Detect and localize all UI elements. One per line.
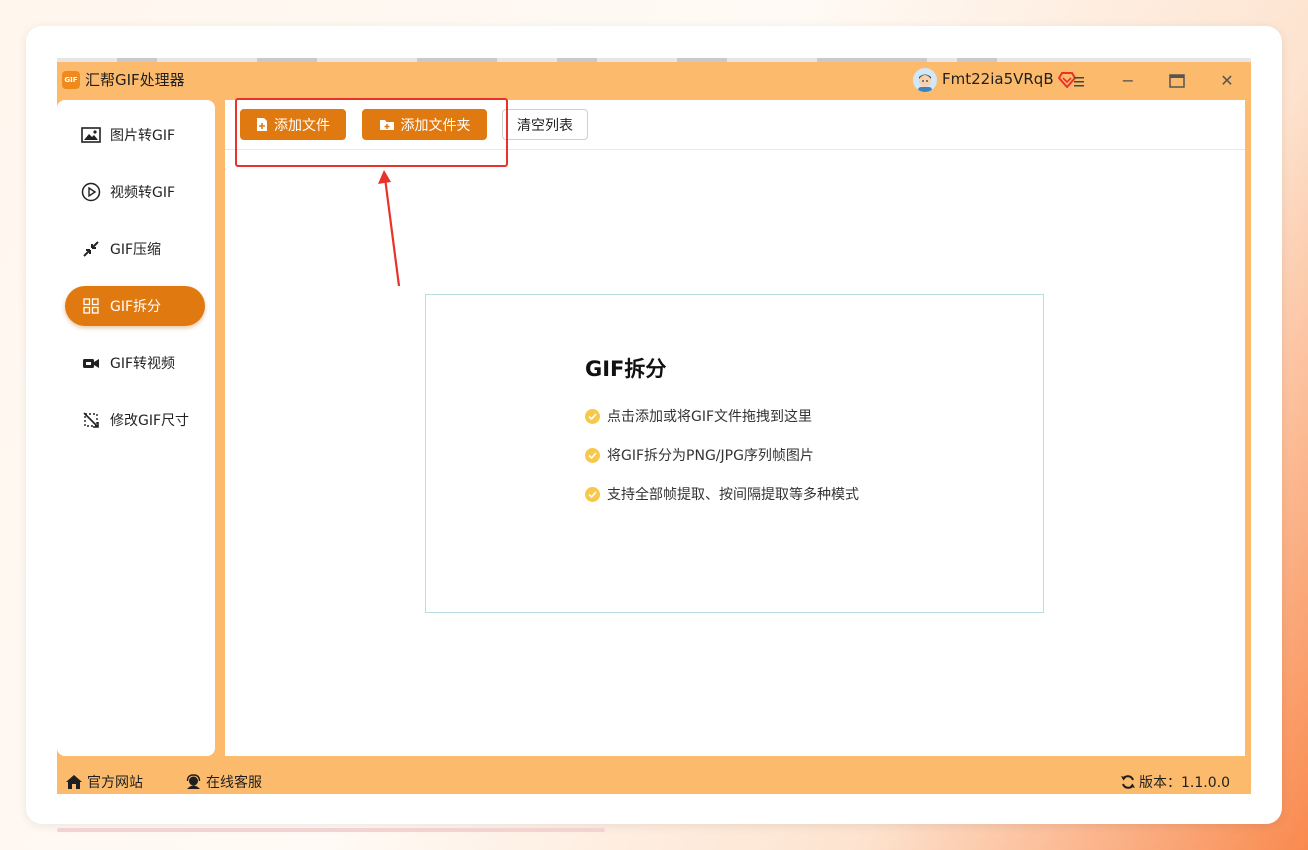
sidebar-item-label: 图片转GIF — [110, 128, 176, 144]
version-label: 版本：1.1.0.0 — [1139, 775, 1230, 791]
online-support-link[interactable]: 在线客服 — [185, 772, 262, 792]
sidebar-item-image-to-gif[interactable]: 图片转GIF — [65, 115, 205, 155]
title-bar: GIF 汇帮GIF处理器 Fmt22ia5VRqB − ✕ — [57, 62, 1251, 98]
clear-list-button[interactable]: 清空列表 — [502, 109, 588, 140]
app-window: GIF 汇帮GIF处理器 Fmt22ia5VRqB − ✕ 图片转GIF 视频转… — [57, 58, 1251, 794]
home-icon — [65, 774, 83, 790]
image-icon — [80, 124, 102, 146]
app-logo: GIF — [62, 71, 80, 89]
drop-zone-tip-text: 支持全部帧提取、按间隔提取等多种模式 — [607, 487, 859, 503]
sidebar-item-gif-split[interactable]: GIF拆分 — [65, 286, 205, 326]
app-title: 汇帮GIF处理器 — [85, 71, 185, 89]
play-circle-icon — [80, 181, 102, 203]
headset-icon — [185, 773, 202, 791]
sidebar-item-label: 修改GIF尺寸 — [110, 413, 190, 429]
online-support-label: 在线客服 — [206, 775, 262, 791]
drop-zone-tip: 支持全部帧提取、按间隔提取等多种模式 — [585, 484, 859, 504]
drop-zone-tip: 点击添加或将GIF文件拖拽到这里 — [585, 406, 812, 426]
check-circle-icon — [585, 486, 600, 502]
drop-zone[interactable]: GIF拆分 点击添加或将GIF文件拖拽到这里 将GIF拆分为PNG/JPG序列帧… — [425, 294, 1044, 613]
username[interactable]: Fmt22ia5VRqB — [942, 70, 1054, 88]
sidebar-item-gif-to-video[interactable]: GIF转视频 — [65, 343, 205, 383]
avatar[interactable] — [913, 68, 937, 92]
sidebar-item-video-to-gif[interactable]: 视频转GIF — [65, 172, 205, 212]
main-panel: 添加文件 添加文件夹 清空列表 GIF拆分 点击添加或将GIF文件拖拽到这里 将… — [225, 98, 1245, 756]
minimize-button[interactable]: − — [1115, 68, 1141, 94]
version-info[interactable]: 版本：1.1.0.0 — [1120, 772, 1230, 792]
bottom-scroll-indicator — [57, 828, 605, 832]
sidebar-item-label: GIF压缩 — [110, 242, 162, 258]
sidebar-item-gif-compress[interactable]: GIF压缩 — [65, 229, 205, 269]
official-website-link[interactable]: 官方网站 — [65, 772, 143, 792]
check-circle-icon — [585, 408, 600, 424]
check-circle-icon — [585, 447, 600, 463]
sidebar-item-label: 视频转GIF — [110, 185, 176, 201]
sidebar-item-label: GIF转视频 — [110, 356, 176, 372]
compress-icon — [80, 238, 102, 260]
refresh-icon — [1120, 774, 1136, 790]
official-website-label: 官方网站 — [87, 775, 143, 791]
sidebar: 图片转GIF 视频转GIF GIF压缩 GIF拆分 GIF转视频 修改GIF尺寸 — [57, 100, 215, 756]
menu-icon[interactable] — [1072, 73, 1084, 87]
drop-zone-tip-text: 将GIF拆分为PNG/JPG序列帧图片 — [607, 448, 814, 464]
maximize-button[interactable] — [1164, 68, 1190, 94]
resize-icon — [80, 409, 102, 431]
drop-zone-title: GIF拆分 — [585, 357, 667, 381]
status-bar: 官方网站 在线客服 版本：1.1.0.0 — [57, 770, 1251, 794]
drop-zone-tip: 将GIF拆分为PNG/JPG序列帧图片 — [585, 445, 814, 465]
sidebar-item-label: GIF拆分 — [110, 299, 162, 315]
grid-split-icon — [80, 295, 102, 317]
annotation-highlight-box — [235, 98, 508, 167]
drop-zone-tip-text: 点击添加或将GIF文件拖拽到这里 — [607, 409, 813, 425]
sidebar-item-resize-gif[interactable]: 修改GIF尺寸 — [65, 400, 205, 440]
close-button[interactable]: ✕ — [1214, 68, 1240, 94]
video-camera-icon — [80, 352, 102, 374]
